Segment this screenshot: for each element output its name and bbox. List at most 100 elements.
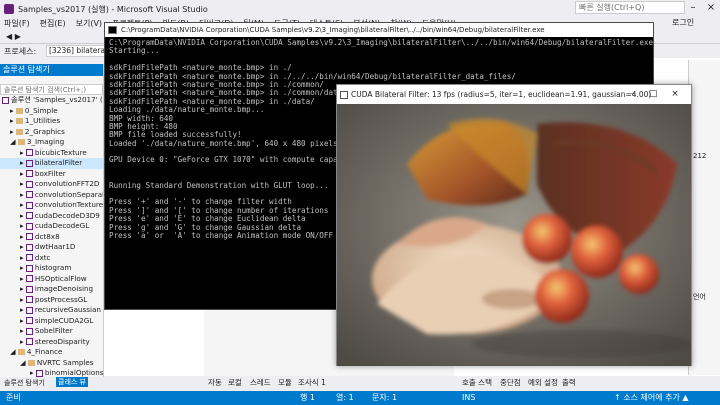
project-icon — [25, 317, 33, 324]
tree-item[interactable]: ▸ SobelFilter — [0, 326, 103, 337]
solution-explorer-panel: 솔루션 탐색기 솔루션 탐색기 검색(Ctrl+;) 솔루션 'Samples_… — [0, 64, 104, 389]
debug-tabs: 자동 로컬 스레드 모듈 조사식 1 호출 스택 중단점 예외 설정 출력 — [204, 376, 720, 389]
tab-solution-explorer[interactable]: 솔루션 탐색기 — [4, 378, 45, 388]
tree-item[interactable]: ▸ cudaDecodeD3D9 — [0, 211, 103, 222]
project-icon — [25, 212, 33, 219]
project-icon — [25, 170, 33, 177]
status-ready: 준비 — [6, 393, 21, 402]
folder-icon — [17, 139, 25, 145]
project-icon — [25, 149, 33, 156]
minimize-button[interactable]: – — [684, 0, 702, 16]
tree-item[interactable]: ▸ convolutionTexture — [0, 200, 103, 211]
tree-item[interactable]: ◢ 3_Imaging — [0, 137, 103, 148]
folder-icon — [27, 359, 35, 366]
tab-breakpoints[interactable]: 중단점 — [500, 377, 521, 388]
close-button[interactable]: × — [665, 85, 685, 104]
maximize-button[interactable]: □ — [643, 85, 663, 104]
blurred-still-life-image — [337, 104, 691, 366]
project-icon — [25, 180, 33, 188]
project-icon — [25, 264, 33, 272]
folder-icon — [15, 128, 23, 135]
quick-launch-input[interactable]: 빠른 실행(Ctrl+Q) — [575, 1, 685, 14]
console-titlebar: C:\ProgramData\NVIDIA Corporation\CUDA S… — [105, 23, 653, 37]
tab-locals[interactable]: 로컬 — [228, 377, 242, 388]
project-icon — [25, 254, 33, 261]
status-char: 문자: 1 — [372, 393, 398, 402]
minimize-button[interactable]: – — [623, 85, 643, 104]
tree-item[interactable]: ▸ postProcessGL — [0, 295, 103, 306]
tab-call-stack[interactable]: 호출 스택 — [462, 377, 492, 388]
window-icon — [340, 91, 348, 99]
tree-item[interactable]: 솔루션 'Samples_vs2017' (16 — [0, 95, 103, 106]
console-title: C:\ProgramData\NVIDIA Corporation\CUDA S… — [121, 26, 545, 34]
tree-item[interactable]: ▸ stereoDisparity — [0, 337, 103, 348]
tree-item[interactable]: ▸ dxtc — [0, 253, 103, 264]
project-icon — [25, 275, 33, 282]
project-icon — [25, 191, 33, 198]
solution-tree: 솔루션 'Samples_vs2017' (16 ▸ 0_Simple ▸ 1_… — [0, 95, 103, 379]
tree-item[interactable]: ◢ NVRTC Samples — [0, 358, 103, 369]
tab-watch1[interactable]: 조사식 1 — [298, 377, 326, 388]
tree-item[interactable]: ▸ cudaDecodeGL — [0, 221, 103, 232]
tree-item[interactable]: ▸ 1_Utilities — [0, 116, 103, 127]
console-line: C:\ProgramData\NVIDIA Corporation\CUDA S… — [109, 38, 653, 47]
console-icon — [108, 26, 117, 34]
status-line: 행 1 — [300, 393, 315, 402]
tree-item-selected[interactable]: ▸ bilateralFilter — [0, 158, 103, 169]
source-control-button[interactable]: ↑ 소스 제어에 추가 ▲ — [614, 391, 689, 405]
filtered-image — [337, 104, 691, 366]
visual-studio-icon — [4, 4, 14, 14]
menu-view[interactable]: 보기(V) — [76, 18, 102, 29]
menu-file[interactable]: 파일(F) — [4, 18, 30, 29]
tab-exception-settings[interactable]: 예외 설정 — [528, 377, 558, 388]
tree-item[interactable]: ▸ bicubicTexture — [0, 148, 103, 159]
back-forward-icon[interactable]: ◀ ▶ — [6, 32, 21, 41]
close-button[interactable]: × — [702, 0, 720, 16]
tree-item[interactable]: ▸ recursiveGaussian — [0, 305, 103, 316]
tree-item[interactable]: ◢ 4_Finance — [0, 347, 103, 358]
cuda-titlebar: CUDA Bilateral Filter: 13 fps (radius=5,… — [337, 85, 691, 104]
tab-autos[interactable]: 자동 — [208, 377, 222, 388]
console-line: Starting... — [109, 46, 160, 56]
folder-icon — [17, 349, 25, 355]
tree-item[interactable]: ▸ histogram — [0, 263, 103, 274]
tree-item[interactable]: ▸ convolutionFFT2D — [0, 179, 103, 190]
project-icon — [25, 285, 33, 293]
solution-icon — [2, 96, 9, 104]
properties-panel: 212 언어 — [688, 60, 720, 375]
process-label: 프로세스: — [4, 47, 37, 56]
cuda-window-title: CUDA Bilateral Filter: 13 fps (radius=5,… — [351, 90, 652, 99]
tree-item[interactable]: ▸ 2_Graphics — [0, 127, 103, 138]
tree-item[interactable]: ▸ dwtHaar1D — [0, 242, 103, 253]
tree-item[interactable]: ▸ convolutionSeparable — [0, 190, 103, 201]
tab-output[interactable]: 출력 — [562, 377, 576, 388]
solution-search-input[interactable]: 솔루션 탐색기 검색(Ctrl+;) — [0, 84, 103, 95]
process-dropdown[interactable]: [3236] bilateralFilter — [46, 45, 110, 57]
tree-item[interactable]: ▸ boxFilter — [0, 169, 103, 180]
tree-item[interactable]: ▸ simpleCUDA2GL — [0, 316, 103, 327]
tab-class-view[interactable]: 클래스 뷰 — [56, 377, 88, 387]
tree-item[interactable]: ▸ imageDenoising — [0, 284, 103, 295]
project-icon — [25, 222, 33, 230]
status-bar: 준비 행 1 열: 1 문자: 1 INS ↑ 소스 제어에 추가 ▲ — [0, 391, 720, 405]
tree-item[interactable]: ▸ 0_Simple — [0, 106, 103, 117]
folder-icon — [15, 107, 23, 114]
tab-threads[interactable]: 스레드 — [250, 377, 271, 388]
tree-item[interactable]: ▸ HSOpticalFlow — [0, 274, 103, 285]
solution-panel-tabs: 솔루션 탐색기 클래스 뷰 — [0, 377, 104, 389]
cuda-bilateral-filter-window[interactable]: CUDA Bilateral Filter: 13 fps (radius=5,… — [336, 84, 692, 366]
tree-item[interactable]: ▸ dct8x8 — [0, 232, 103, 243]
menu-edit[interactable]: 편집(E) — [40, 18, 66, 29]
properties-value: 212 — [693, 152, 707, 160]
project-icon — [25, 159, 33, 167]
project-icon — [25, 338, 33, 345]
folder-icon — [15, 118, 23, 124]
status-column: 열: 1 — [336, 393, 354, 402]
project-icon — [35, 369, 43, 377]
solution-explorer-title: 솔루션 탐색기 — [0, 64, 103, 76]
project-icon — [25, 327, 33, 335]
login-link[interactable]: 로그인 — [672, 17, 694, 28]
project-icon — [25, 306, 33, 314]
tab-modules[interactable]: 모듈 — [278, 377, 292, 388]
project-icon — [25, 243, 33, 251]
